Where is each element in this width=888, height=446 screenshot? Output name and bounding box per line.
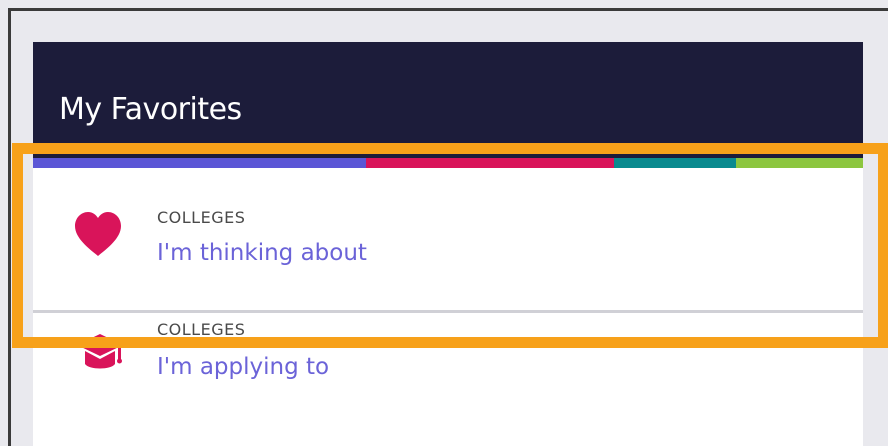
item-divider — [33, 310, 863, 313]
color-stripe-segment — [33, 158, 366, 168]
heart-icon — [71, 208, 125, 262]
favorite-item-thinking-about[interactable]: COLLEGES I'm thinking about — [33, 168, 863, 310]
color-stripe-segment — [614, 158, 736, 168]
favorites-panel: My Favorites COLLEGES I'm thinking about… — [33, 42, 863, 446]
screenshot-frame-top — [8, 8, 888, 11]
favorite-item-applying-to[interactable]: COLLEGES I'm applying to — [33, 314, 863, 446]
panel-header: My Favorites — [33, 42, 863, 162]
color-stripe-segment — [366, 158, 614, 168]
item-link[interactable]: I'm applying to — [157, 354, 329, 380]
screenshot-frame-left — [8, 8, 11, 446]
item-category: COLLEGES — [157, 208, 246, 227]
panel-title: My Favorites — [59, 92, 242, 127]
color-stripe — [33, 158, 863, 168]
graduation-cap-icon — [73, 328, 127, 382]
item-category: COLLEGES — [157, 320, 246, 339]
item-link[interactable]: I'm thinking about — [157, 240, 367, 266]
color-stripe-segment — [736, 158, 863, 168]
